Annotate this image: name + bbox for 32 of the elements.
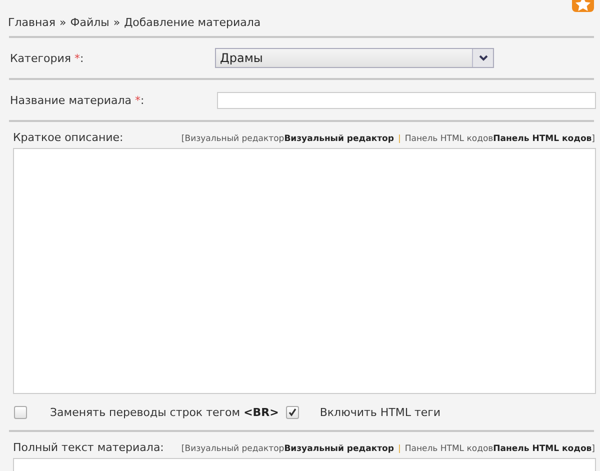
editor-mode-label[interactable]: Визуальный редактор xyxy=(284,444,394,454)
text-area[interactable] xyxy=(13,458,596,471)
breadcrumb-separator: » xyxy=(113,16,120,29)
input-field[interactable] xyxy=(217,92,596,108)
checkbox-label: Включить HTML теги xyxy=(320,406,441,418)
editor-mode-label[interactable]: Панель HTML кодов xyxy=(493,134,592,144)
editor-mode-label[interactable]: Панель HTML кодов xyxy=(493,444,592,454)
breadcrumb-separator: » xyxy=(60,16,66,29)
breadcrumb-item[interactable]: Главная xyxy=(8,16,56,29)
field-label: Название материала *: xyxy=(10,94,146,106)
bracket: [ xyxy=(181,444,185,454)
category-dropdown[interactable]: Драмы xyxy=(215,48,494,68)
bracket: ] xyxy=(592,444,595,454)
separator: | xyxy=(398,134,401,144)
star-icon[interactable] xyxy=(572,0,594,12)
editor-link[interactable]: Визуальный редактор xyxy=(184,134,284,144)
checkbox-label: Заменять переводы строк тегом <BR> xyxy=(50,406,279,418)
chevron-down-icon xyxy=(478,55,488,61)
editor-mode-label[interactable]: Визуальный редактор xyxy=(284,134,394,144)
editor-link[interactable]: Панель HTML кодов xyxy=(404,444,494,454)
breadcrumb-item[interactable]: Файлы xyxy=(70,16,110,29)
field-label: Полный текст материала: xyxy=(13,441,164,454)
editor-link[interactable]: Панель HTML кодов xyxy=(404,134,494,144)
checkbox[interactable] xyxy=(286,406,299,418)
bracket: ] xyxy=(592,134,595,144)
editor-link[interactable]: Визуальный редактор xyxy=(184,444,284,454)
field-label: Краткое описание: xyxy=(13,131,124,144)
separator: | xyxy=(398,444,401,454)
checkbox[interactable] xyxy=(14,406,27,418)
field-label: Категория *: xyxy=(10,52,85,64)
breadcrumb-item: Добавление материала xyxy=(124,16,261,29)
bracket: [ xyxy=(181,134,185,144)
